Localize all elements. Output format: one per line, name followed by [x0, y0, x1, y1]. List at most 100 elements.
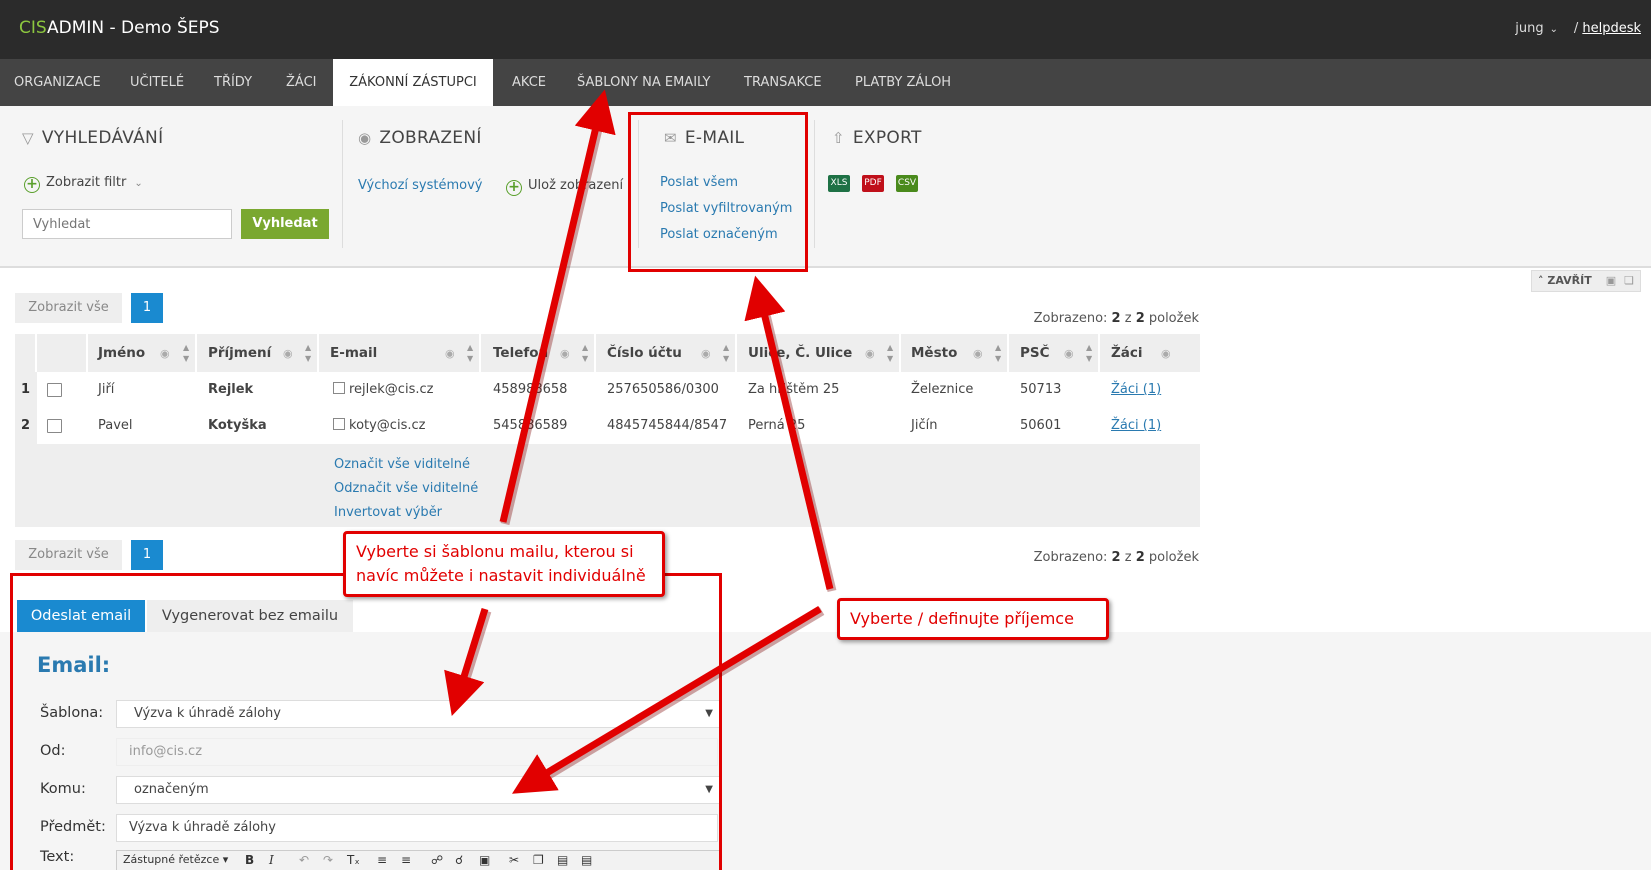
col-header-last-name[interactable]: Příjmení — [208, 334, 271, 372]
show-all-button[interactable]: Zobrazit vše — [15, 540, 122, 570]
window-icon: ❏ — [1624, 274, 1634, 287]
kids-link[interactable]: Žáci (1) — [1111, 408, 1161, 444]
eye-slash-icon[interactable]: ◉ — [1161, 347, 1171, 360]
brand-title: ADMIN - Demo ŠEPS — [47, 18, 220, 38]
sort-arrows-icon[interactable]: ▲ ▼ — [1086, 342, 1092, 364]
search-button[interactable]: Vyhledat — [241, 209, 329, 239]
column-divider — [1007, 334, 1009, 372]
default-view-link[interactable]: Výchozí systémový — [358, 178, 482, 193]
deselect-all-visible-link[interactable]: Odznačit vše viditelné — [334, 481, 478, 496]
export-pdf-button[interactable]: PDF — [862, 175, 884, 192]
page-button[interactable]: 1 — [131, 540, 163, 570]
cell-zip: 50713 — [1020, 382, 1062, 397]
cell-first-name: Jiří — [98, 382, 115, 397]
eye-slash-icon[interactable]: ◉ — [865, 347, 875, 360]
item-count: Zobrazeno: 2 z 2 položek — [1034, 550, 1199, 565]
count-prefix: Zobrazeno: — [1033, 311, 1112, 326]
column-divider — [479, 334, 481, 372]
export-icon: ⇧ — [832, 129, 845, 147]
nav-ucitele[interactable]: Učitelé — [130, 59, 184, 106]
nav-organizace[interactable]: Organizace — [14, 59, 101, 106]
table-row[interactable]: 2 Pavel Kotyška koty@cis.cz 545886589 48… — [15, 408, 1200, 444]
kids-link[interactable]: Žáci (1) — [1111, 372, 1161, 408]
show-all-button[interactable]: Zobrazit vše — [15, 293, 122, 323]
search-input[interactable] — [22, 209, 232, 239]
filter-panel — [0, 106, 1651, 268]
eye-slash-icon[interactable]: ◉ — [1064, 347, 1074, 360]
table-row[interactable]: 1 Jiří Rejlek rejlek@cis.cz 458988658 25… — [15, 372, 1200, 408]
col-header-city[interactable]: Město — [911, 334, 957, 372]
row-checkbox[interactable] — [333, 382, 345, 394]
save-view-label: Ulož zobrazení — [528, 178, 624, 193]
nav-akce[interactable]: Akce — [512, 59, 546, 106]
top-bar: CISADMIN - Demo ŠEPS jung ⌄ / helpdesk — [0, 0, 1651, 59]
view-section-title: ◉ Zobrazení — [358, 128, 482, 148]
email-section-highlight — [628, 112, 808, 272]
sort-arrows-icon[interactable]: ▲ ▼ — [467, 342, 473, 364]
nav-zakonni-zastupci[interactable]: Zákonní zástupci — [333, 59, 493, 106]
count-shown: 2 — [1111, 550, 1121, 565]
col-header-first-name[interactable]: Jméno — [98, 334, 145, 372]
column-divider — [735, 334, 737, 372]
close-panel-button[interactable]: ˄ ZAVŘÍT ▣ ❏ — [1531, 270, 1641, 292]
nav-platby-zaloh[interactable]: Platby záloh — [855, 59, 951, 106]
show-filter-toggle[interactable]: + Zobrazit filtr ⌄ — [24, 175, 143, 193]
search-section-title: ▽ Vyhledávání — [22, 128, 163, 148]
sort-arrows-icon[interactable]: ▲ ▼ — [887, 342, 893, 364]
edit-icon[interactable] — [47, 419, 62, 433]
show-filter-label: Zobrazit filtr — [46, 175, 127, 190]
table-header: Jméno ◉ ▲ ▼ Příjmení ◉ ▲ ▼ E-mail ◉ ▲ ▼ Tel… — [15, 334, 1200, 372]
col-header-email[interactable]: E-mail — [330, 334, 377, 372]
template-callout: Vyberte si šablonu mailu, kterou si naví… — [343, 531, 665, 597]
sort-arrows-icon[interactable]: ▲ ▼ — [582, 342, 588, 364]
pin-icon: ▣ — [1605, 274, 1617, 287]
nav-sablony[interactable]: Šablony na emaily — [577, 59, 710, 106]
nav-tridy[interactable]: Třídy — [214, 59, 252, 106]
count-suffix: položek — [1144, 311, 1199, 326]
user-name: jung — [1515, 21, 1544, 36]
helpdesk-link[interactable]: helpdesk — [1582, 21, 1641, 36]
col-header-phone[interactable]: Telefon — [493, 334, 548, 372]
col-header-account[interactable]: Číslo účtu — [607, 334, 682, 372]
col-header-kids[interactable]: Žáci — [1111, 334, 1143, 372]
eye-slash-icon[interactable]: ◉ — [445, 347, 455, 360]
chevron-down-icon: ⌄ — [134, 178, 143, 189]
invert-selection-link[interactable]: Invertovat výběr — [334, 505, 442, 520]
page-button[interactable]: 1 — [131, 293, 163, 323]
export-title: Export — [852, 128, 922, 148]
plus-icon: + — [506, 180, 522, 196]
user-menu[interactable]: jung ⌄ — [1515, 21, 1558, 36]
save-view-button[interactable]: + Ulož zobrazení — [506, 178, 623, 196]
cell-last-name: Rejlek — [208, 382, 254, 397]
select-all-visible-link[interactable]: Označit vše viditelné — [334, 457, 470, 472]
eye-slash-icon[interactable]: ◉ — [973, 347, 983, 360]
col-header-zip[interactable]: PSČ — [1020, 334, 1050, 372]
col-header-street[interactable]: Ulice, Č. Ulice — [748, 334, 852, 372]
nav-zaci[interactable]: Žáci — [286, 59, 316, 106]
email-text: koty@cis.cz — [349, 418, 426, 433]
app-brand[interactable]: CISADMIN - Demo ŠEPS — [19, 18, 220, 38]
export-csv-button[interactable]: CSV — [896, 175, 918, 192]
column-divider — [594, 334, 596, 372]
edit-icon[interactable] — [47, 383, 62, 397]
eye-slash-icon[interactable]: ◉ — [701, 347, 711, 360]
sort-arrows-icon[interactable]: ▲ ▼ — [995, 342, 1001, 364]
cell-city: Železnice — [911, 382, 974, 397]
sort-arrows-icon[interactable]: ▲ ▼ — [183, 342, 189, 364]
chevron-up-icon: ˄ — [1538, 274, 1548, 287]
count-prefix: Zobrazeno: — [1033, 550, 1112, 565]
nav-transakce[interactable]: Transakce — [744, 59, 822, 106]
sort-arrows-icon[interactable]: ▲ ▼ — [305, 342, 311, 364]
sort-arrows-icon[interactable]: ▲ ▼ — [723, 342, 729, 364]
row-checkbox[interactable] — [333, 418, 345, 430]
count-mid: z — [1120, 550, 1136, 565]
eye-slash-icon[interactable]: ◉ — [160, 347, 170, 360]
plus-icon: + — [24, 177, 40, 193]
eye-slash-icon[interactable]: ◉ — [283, 347, 293, 360]
count-total: 2 — [1135, 311, 1145, 326]
column-divider — [195, 334, 197, 372]
count-shown: 2 — [1111, 311, 1121, 326]
eye-slash-icon[interactable]: ◉ — [560, 347, 570, 360]
count-suffix: položek — [1144, 550, 1199, 565]
export-xls-button[interactable]: XLS — [828, 175, 850, 192]
